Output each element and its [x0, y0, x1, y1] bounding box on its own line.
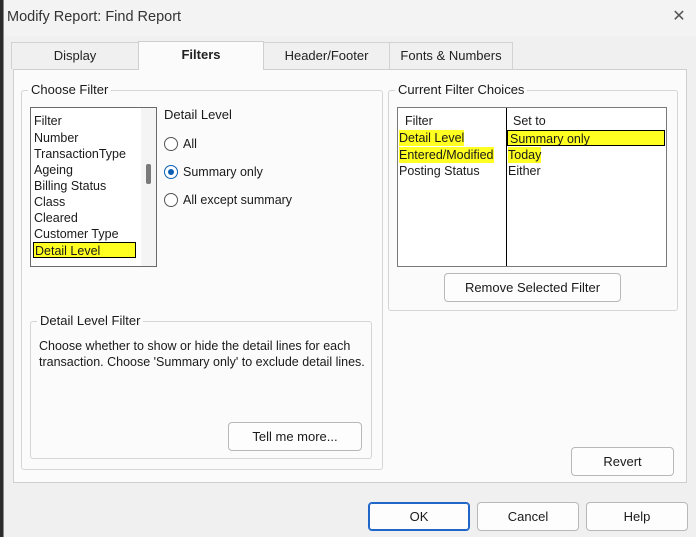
radio-summary-only[interactable]: Summary only [164, 165, 263, 179]
detail-level-filter-group: Detail Level Filter Choose whether to sh… [30, 313, 372, 459]
column-header-filter: Filter [405, 114, 433, 128]
tab-filters[interactable]: Filters [138, 41, 264, 70]
filter-row-value[interactable]: Summary only [507, 130, 665, 146]
filter-row-value[interactable]: Today [508, 147, 542, 163]
filter-row-name[interactable]: Posting Status [399, 163, 480, 179]
radio-summary-only-label: Summary only [183, 165, 263, 179]
ok-button[interactable]: OK [368, 502, 470, 531]
list-item[interactable]: Cleared [34, 210, 78, 226]
radio-icon [164, 137, 178, 151]
tell-me-more-button[interactable]: Tell me more... [228, 422, 362, 451]
revert-button[interactable]: Revert [571, 447, 674, 476]
filter-list-header: Filter [34, 114, 62, 128]
filters-tab-panel: Choose Filter Filter Number TransactionT… [13, 69, 687, 483]
filter-row-name[interactable]: Entered/Modified [399, 147, 494, 163]
filter-listbox[interactable]: Filter Number TransactionType Ageing Bil… [30, 107, 157, 267]
column-header-set-to: Set to [513, 114, 546, 128]
tab-header-footer[interactable]: Header/Footer [263, 42, 390, 69]
list-item[interactable]: Customer Type [34, 226, 119, 242]
filter-row-name[interactable]: Detail Level [399, 130, 465, 146]
radio-all-label: All [183, 137, 197, 151]
choose-filter-group: Choose Filter Filter Number TransactionT… [21, 82, 383, 470]
list-item[interactable]: Class [34, 194, 65, 210]
detail-level-label: Detail Level [164, 107, 232, 122]
current-filters-list[interactable]: Filter Set to Detail Level Summary only … [397, 107, 667, 267]
list-scrollbar[interactable] [141, 108, 156, 266]
list-item[interactable]: Ageing [34, 162, 73, 178]
tab-fonts-numbers[interactable]: Fonts & Numbers [389, 42, 513, 69]
modify-report-dialog: Modify Report: Find Report ✕ Display Fil… [3, 0, 696, 537]
cancel-button[interactable]: Cancel [477, 502, 579, 531]
list-item[interactable]: Billing Status [34, 178, 106, 194]
radio-all-except-summary[interactable]: All except summary [164, 193, 292, 207]
close-icon[interactable]: ✕ [668, 6, 690, 28]
filter-row-value[interactable]: Either [508, 163, 541, 179]
current-filter-choices-group: Current Filter Choices Filter Set to Det… [388, 82, 678, 311]
title-bar: Modify Report: Find Report ✕ [4, 0, 696, 36]
radio-selected-icon [164, 165, 178, 179]
list-item-selected[interactable]: Detail Level [33, 242, 136, 258]
tab-display[interactable]: Display [11, 42, 139, 69]
radio-icon [164, 193, 178, 207]
remove-selected-filter-button[interactable]: Remove Selected Filter [444, 273, 621, 302]
scrollbar-thumb[interactable] [146, 164, 151, 184]
window-title: Modify Report: Find Report [7, 9, 182, 25]
list-item[interactable]: TransactionType [34, 146, 126, 162]
radio-all-except-summary-label: All except summary [183, 193, 293, 207]
list-item[interactable]: Number [34, 130, 78, 146]
choose-filter-title: Choose Filter [28, 82, 112, 97]
help-button[interactable]: Help [586, 502, 688, 531]
current-filter-choices-title: Current Filter Choices [395, 82, 528, 97]
detail-level-description: Choose whether to show or hide the detai… [39, 339, 365, 369]
detail-level-filter-title: Detail Level Filter [37, 313, 144, 328]
radio-all[interactable]: All [164, 137, 197, 151]
